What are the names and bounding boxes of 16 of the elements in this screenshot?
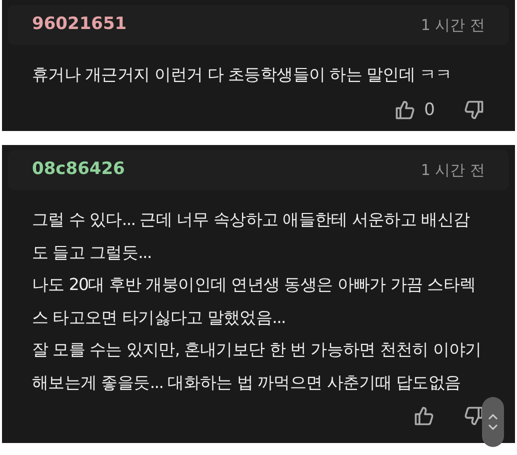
thumbs-down-icon[interactable] [463, 99, 485, 122]
timestamp: 1 시간 전 [420, 160, 485, 181]
author-name[interactable]: 08c86426 [32, 157, 125, 183]
comment-text: 휴거나 개근거지 이런거 다 초등학생들이 하는 말인데 ㅋㅋ [32, 64, 453, 86]
chevron-down-icon[interactable] [488, 424, 498, 430]
chevron-up-icon[interactable] [488, 414, 498, 420]
comment-text: 나도 20대 후반 개붕이인데 연년생 동생은 아빠가 가끔 스타렉스 타고오면 타기싫다고 말했었음... [32, 274, 477, 328]
thumbs-up-icon[interactable] [413, 405, 435, 427]
timestamp: 1 시간 전 [420, 14, 485, 36]
comment-text: 잘 모를 수는 있지만, 혼내기보단 한 번 가능하면 천천히 이야기해보는게 좋을듯... 대화하는 법 까먹으면 사춘기때 답도없음 [32, 339, 482, 394]
author-name[interactable]: 96021651 [32, 12, 127, 38]
thumbs-down-icon[interactable] [463, 405, 485, 427]
like-count: 0 [424, 98, 435, 122]
thumbs-up-icon[interactable] [394, 99, 416, 122]
comment-text: 그럴 수 있다... 근데 너무 속상하고 애들한테 서운하고 배신감도 들고 그럴듯... [32, 209, 471, 264]
scroll-buttons[interactable] [482, 397, 504, 447]
